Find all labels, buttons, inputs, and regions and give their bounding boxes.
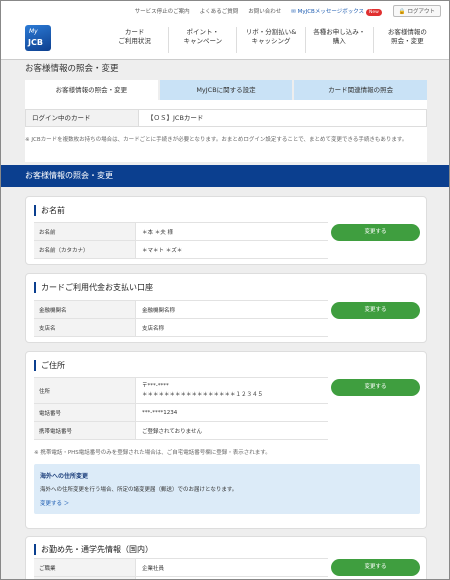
address-section: ご住所 住所 〒***-**** ＊＊＊＊＊＊＊＊＊＊＊＊＊＊＊＊＊１２３４５ … (25, 351, 427, 529)
tab-bar: お客様情報の照会・変更 MyJCBに関する設定 カード関連情報の照会 (25, 80, 428, 100)
gnav-item-card-usage[interactable]: カード ご利用状況 (101, 27, 168, 53)
work-section: お勤め先・通学先情報（国内） ご職業 企業社員 変更する (25, 536, 427, 579)
row-value: ＊本 ＊夫 様 (142, 229, 173, 236)
table-row: 携帯電話番号 ご登録されておりません (34, 422, 328, 440)
row-value: ***-****1234 (142, 409, 178, 416)
change-name-button[interactable]: 変更する (331, 224, 420, 241)
logout-button[interactable]: 🔒 ログアウト (392, 5, 441, 17)
login-card-value: 【ＯＳ】JCBカード (147, 114, 204, 122)
row-value: 企業社員 (142, 565, 165, 572)
row-label: お名前（カタカナ） (34, 241, 136, 258)
mail-icon: ✉ (291, 9, 296, 15)
message-box-link[interactable]: ✉ MyJCBメッセージボックス New (286, 7, 387, 16)
name-section-title: お名前 (34, 205, 65, 216)
postal-code: 〒***-**** (142, 382, 169, 389)
gnav-item-applications[interactable]: 各種お申し込み・ 購入 (304, 27, 373, 53)
gnav-item-revolving[interactable]: リボ・分割払い& キャッシング (236, 27, 304, 53)
phone-note: ※ 携帯電話・PHS電話番号のみを登録された場合は、ご自宅電話番号欄に登録・表示… (34, 450, 271, 456)
table-row: 金融機関名 金融機関名称 (34, 301, 328, 319)
row-value: ＊マ＊ト ＊ズ＊ (142, 247, 183, 254)
row-label: 携帯電話番号 (34, 422, 136, 439)
new-badge: New (366, 9, 382, 16)
street-address: ＊＊＊＊＊＊＊＊＊＊＊＊＊＊＊＊＊１２３４５ (142, 391, 264, 398)
row-value: 支店名称 (142, 325, 165, 332)
row-label: 支店名 (34, 319, 136, 336)
name-rows: お名前 ＊本 ＊夫 様 お名前（カタカナ） ＊マ＊ト ＊ズ＊ (34, 222, 328, 259)
change-address-button[interactable]: 変更する (331, 379, 420, 396)
utility-bar: サービス停止のご案内 よくあるご質問 お問い合わせ ✉ MyJCBメッセージボッ… (101, 5, 441, 17)
message-box-label: MyJCBメッセージボックス (297, 9, 365, 15)
login-card-label: ログイン中のカード (26, 110, 139, 126)
tab-myjcb-settings[interactable]: MyJCBに関する設定 (157, 80, 293, 100)
work-section-title: お勤め先・通学先情報（国内） (34, 544, 153, 555)
row-value: ご登録されておりません (142, 428, 203, 435)
multi-card-note: ※ JCBカードを複数枚お持ちの場合は、カードごとに手続きが必要となります。おま… (25, 137, 408, 143)
logo-my-text: My (29, 28, 38, 35)
section-band-title: お客様情報の照会・変更 (25, 171, 113, 180)
utility-link-service-stop[interactable]: サービス停止のご案内 (130, 7, 195, 15)
table-row: 住所 〒***-**** ＊＊＊＊＊＊＊＊＊＊＊＊＊＊＊＊＊１２３４５ (34, 378, 328, 404)
row-value: 金融機関名称 (142, 307, 176, 314)
tab-customer-info[interactable]: お客様情報の照会・変更 (25, 80, 158, 100)
tab-panel: ログイン中のカード 【ＯＳ】JCBカード ※ JCBカードを複数枚お持ちの場合は… (25, 100, 427, 162)
gnav-item-points[interactable]: ポイント・ キャンペーン (168, 27, 236, 53)
table-row: お名前（カタカナ） ＊マ＊ト ＊ズ＊ (34, 241, 328, 259)
myjcb-logo[interactable]: My JCB (25, 25, 51, 51)
row-label: ご職業 (34, 559, 136, 576)
row-label: 金融機関名 (34, 301, 136, 318)
gnav-item-customer-info[interactable]: お客様情報の 照会・変更 (372, 27, 441, 53)
address-value: 〒***-**** ＊＊＊＊＊＊＊＊＊＊＊＊＊＊＊＊＊１２３４５ (136, 378, 328, 403)
logo-jcb-text: JCB (28, 38, 43, 47)
overseas-change-link[interactable]: 変更する ＞ (40, 499, 69, 507)
change-bank-button[interactable]: 変更する (331, 302, 420, 319)
overseas-body: 海外への住所変更を行う場合、所定の諸変更届（郵送）でのお届けとなります。 (40, 487, 238, 493)
table-row: 電話番号 ***-****1234 (34, 404, 328, 422)
bank-section-title: カードご利用代金お支払い口座 (34, 282, 153, 293)
name-section: お名前 お名前 ＊本 ＊夫 様 お名前（カタカナ） ＊マ＊ト ＊ズ＊ 変更する (25, 196, 427, 265)
table-row: ご職業 企業社員 (34, 559, 328, 577)
global-nav: カード ご利用状況 ポイント・ キャンペーン リボ・分割払い& キャッシング 各… (101, 27, 441, 53)
utility-link-contact[interactable]: お問い合わせ (243, 7, 286, 15)
login-card-row: ログイン中のカード 【ＯＳ】JCBカード (25, 109, 427, 127)
change-work-button[interactable]: 変更する (331, 559, 420, 576)
row-label: 住所 (34, 378, 136, 403)
row-label: 電話番号 (34, 404, 136, 421)
address-rows: 住所 〒***-**** ＊＊＊＊＊＊＊＊＊＊＊＊＊＊＊＊＊１２３４５ 電話番号… (34, 377, 328, 440)
bank-section: カードご利用代金お支払い口座 金融機関名 金融機関名称 支店名 支店名称 変更す… (25, 273, 427, 343)
page-title: お客様情報の照会・変更 (25, 64, 119, 74)
lock-icon: 🔒 (398, 9, 406, 15)
section-band: お客様情報の照会・変更 (1, 165, 449, 187)
overseas-title: 海外への住所変更 (40, 473, 89, 480)
overseas-address-box: 海外への住所変更 海外への住所変更を行う場合、所定の諸変更届（郵送）でのお届けと… (34, 464, 420, 514)
tab-card-info[interactable]: カード関連情報の照会 (292, 80, 428, 100)
table-row: 支店名 支店名称 (34, 319, 328, 337)
bank-rows: 金融機関名 金融機関名称 支店名 支店名称 (34, 300, 328, 337)
utility-link-faq[interactable]: よくあるご質問 (195, 7, 244, 15)
logout-label: ログアウト (407, 9, 435, 15)
address-section-title: ご住所 (34, 360, 65, 371)
browser-frame: サービス停止のご案内 よくあるご質問 お問い合わせ ✉ MyJCBメッセージボッ… (0, 0, 450, 580)
table-row: お名前 ＊本 ＊夫 様 (34, 223, 328, 241)
work-rows: ご職業 企業社員 (34, 558, 328, 579)
row-label: お名前 (34, 223, 136, 240)
